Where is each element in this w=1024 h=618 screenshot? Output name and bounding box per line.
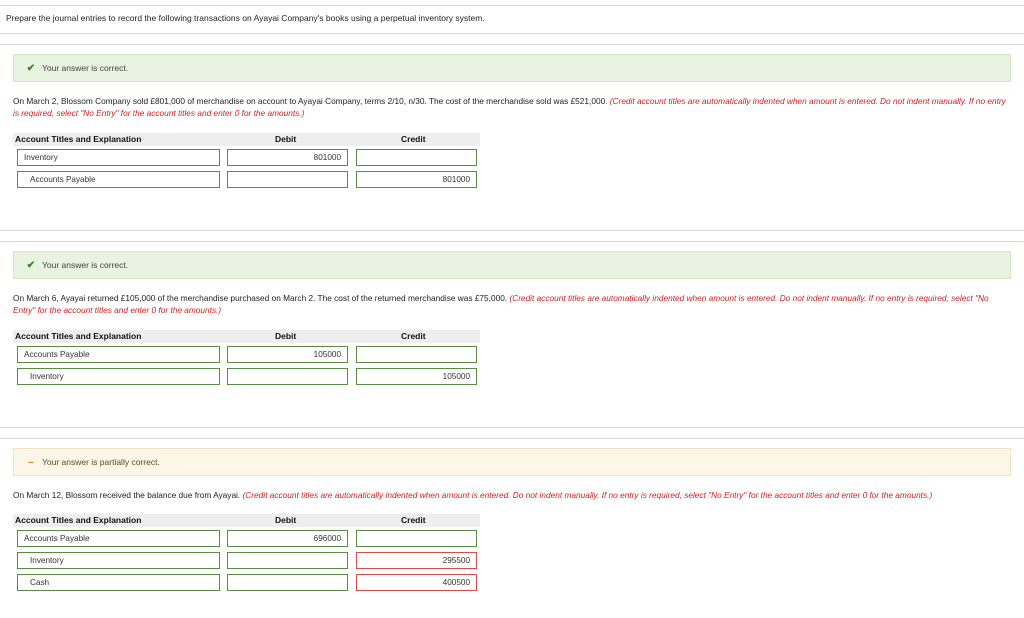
debit-amount-field[interactable]: 105000 bbox=[227, 346, 348, 363]
credit-amount-field[interactable] bbox=[356, 346, 477, 363]
credit-amount-field[interactable]: 801000 bbox=[356, 171, 477, 188]
credit-amount-field[interactable] bbox=[356, 530, 477, 547]
status-text: Your answer is correct. bbox=[42, 63, 129, 73]
divider bbox=[0, 44, 1024, 45]
table-header: Account Titles and Explanation Debit Cre… bbox=[13, 133, 480, 146]
question-text: On March 12, Blossom received the balanc… bbox=[13, 489, 1013, 501]
status-text: Your answer is correct. bbox=[42, 260, 129, 270]
instruction-hint: (Credit account titles are automatically… bbox=[242, 490, 933, 500]
credit-header: Credit bbox=[401, 515, 426, 525]
debit-amount-field[interactable] bbox=[227, 574, 348, 591]
debit-header: Debit bbox=[275, 515, 297, 525]
dash-icon: – bbox=[28, 456, 34, 468]
check-icon: ✔ bbox=[26, 259, 36, 271]
credit-amount-field[interactable]: 105000 bbox=[356, 368, 477, 385]
debit-header: Debit bbox=[275, 331, 297, 341]
question-body: On March 2, Blossom Company sold £801,00… bbox=[13, 96, 608, 106]
question-text: On March 6, Ayayai returned £105,000 of … bbox=[13, 292, 1013, 316]
account-header: Account Titles and Explanation bbox=[15, 331, 142, 341]
account-header: Account Titles and Explanation bbox=[15, 515, 142, 525]
divider bbox=[0, 230, 1024, 231]
answer-status-banner: – Your answer is partially correct. bbox=[13, 448, 1011, 476]
status-text: Your answer is partially correct. bbox=[42, 457, 160, 467]
account-title-field[interactable]: Accounts Payable bbox=[17, 346, 220, 363]
credit-amount-field[interactable]: 295500 bbox=[356, 552, 477, 569]
debit-header: Debit bbox=[275, 134, 297, 144]
divider bbox=[0, 241, 1024, 242]
debit-amount-field[interactable]: 801000 bbox=[227, 149, 348, 166]
account-title-field[interactable]: Accounts Payable bbox=[17, 171, 220, 188]
account-title-field[interactable]: Inventory bbox=[17, 368, 220, 385]
credit-header: Credit bbox=[401, 134, 426, 144]
divider bbox=[0, 427, 1024, 428]
divider bbox=[0, 5, 1024, 6]
instructions: Prepare the journal entries to record th… bbox=[6, 13, 485, 23]
table-header: Account Titles and Explanation Debit Cre… bbox=[13, 330, 480, 343]
question-text: On March 2, Blossom Company sold £801,00… bbox=[13, 95, 1013, 119]
account-header: Account Titles and Explanation bbox=[15, 134, 142, 144]
account-title-field[interactable]: Inventory bbox=[17, 552, 220, 569]
question-body: On March 12, Blossom received the balanc… bbox=[13, 490, 241, 500]
divider bbox=[0, 438, 1024, 439]
table-header: Account Titles and Explanation Debit Cre… bbox=[13, 514, 480, 527]
account-title-field[interactable]: Inventory bbox=[17, 149, 220, 166]
answer-status-banner: ✔ Your answer is correct. bbox=[13, 54, 1011, 82]
divider bbox=[0, 33, 1024, 34]
debit-amount-field[interactable]: 696000 bbox=[227, 530, 348, 547]
credit-amount-field[interactable]: 400500 bbox=[356, 574, 477, 591]
credit-amount-field[interactable] bbox=[356, 149, 477, 166]
credit-header: Credit bbox=[401, 331, 426, 341]
account-title-field[interactable]: Accounts Payable bbox=[17, 530, 220, 547]
question-body: On March 6, Ayayai returned £105,000 of … bbox=[13, 293, 508, 303]
debit-amount-field[interactable] bbox=[227, 552, 348, 569]
debit-amount-field[interactable] bbox=[227, 368, 348, 385]
debit-amount-field[interactable] bbox=[227, 171, 348, 188]
answer-status-banner: ✔ Your answer is correct. bbox=[13, 251, 1011, 279]
account-title-field[interactable]: Cash bbox=[17, 574, 220, 591]
check-icon: ✔ bbox=[26, 62, 36, 74]
